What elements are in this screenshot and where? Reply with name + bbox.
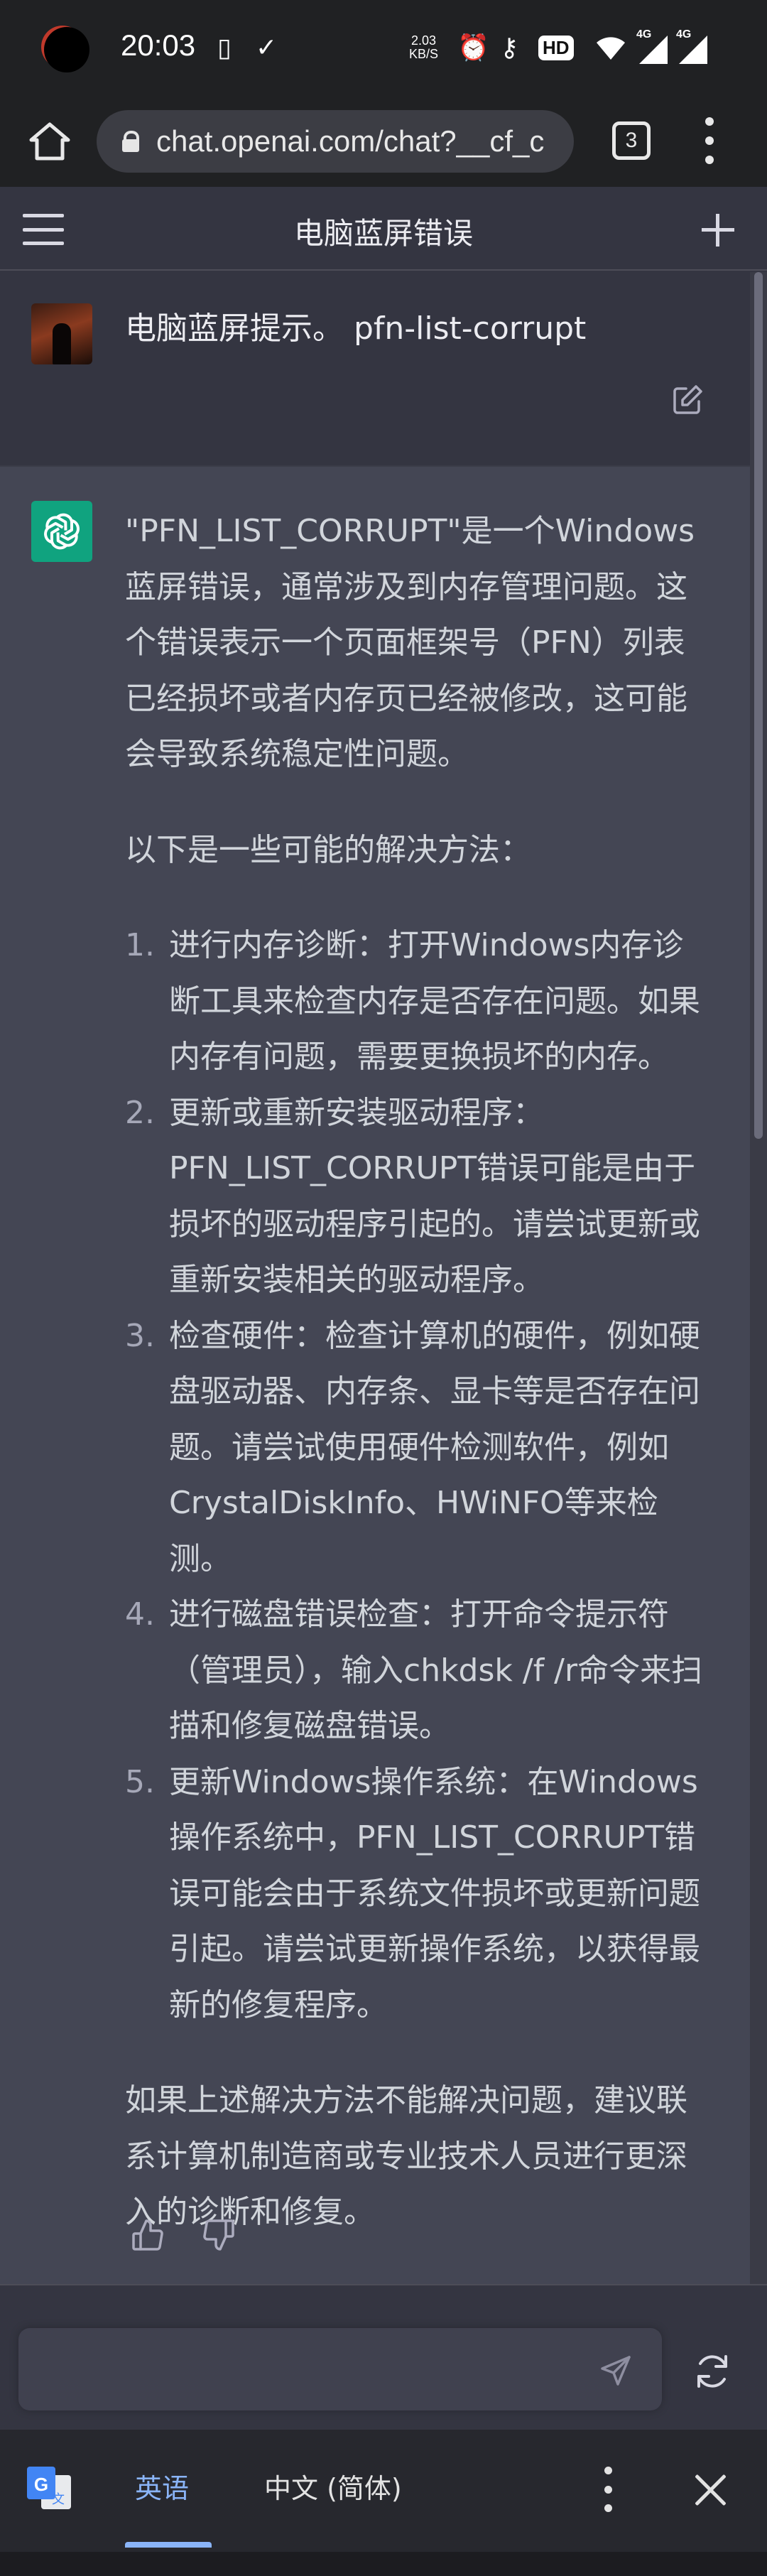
composer	[0, 2284, 767, 2430]
tab-switcher-button[interactable]: 3	[612, 121, 651, 160]
dot-icon	[604, 2467, 612, 2474]
status-time: 20:03	[121, 28, 196, 62]
assistant-answer: "PFN_LIST_CORRUPT"是一个Windows蓝屏错误，通常涉及到内存…	[125, 504, 714, 2280]
check-notification-icon: ✓	[256, 33, 278, 63]
translate-menu-button[interactable]	[602, 2467, 614, 2512]
svg-text:文: 文	[52, 2492, 65, 2507]
list-item-text: 进行内存诊断：打开Windows内存诊断工具来检查内存是否存在问题。如果内存有问…	[169, 927, 700, 1075]
sim-card-icon: ▯	[217, 33, 232, 63]
user-avatar	[31, 303, 92, 364]
list-item-text: 更新Windows操作系统：在Windows操作系统中，PFN_LIST_COR…	[169, 1763, 700, 2023]
tab-source-language[interactable]: 英语	[135, 2468, 189, 2509]
svg-text:G: G	[34, 2474, 48, 2495]
network-speed: 2.03 KB/S	[409, 34, 438, 61]
list-item: 2. 更新或重新安装驱动程序：PFN_LIST_CORRUPT错误可能是由于损坏的…	[125, 1086, 714, 1309]
list-number: 1.	[125, 927, 155, 963]
dot-icon	[604, 2485, 612, 2494]
signal-strength-2-icon: 4G	[675, 28, 707, 64]
answer-lead: 以下是一些可能的解决方法：	[125, 831, 531, 868]
message-input[interactable]	[18, 2328, 662, 2410]
edit-message-icon[interactable]	[670, 383, 705, 417]
url-text[interactable]: chat.openai.com/chat?__cf_c	[156, 124, 544, 158]
dot-icon	[705, 136, 714, 145]
list-item: 4. 进行磁盘错误检查：打开命令提示符（管理员），输入chkdsk /f /r命令…	[125, 1587, 714, 1755]
status-bar: 20:03 ▯ ✓ 2.03 KB/S ⏰ ⚷ HD 4G 4G	[0, 0, 767, 96]
chatgpt-logo-icon	[31, 501, 92, 562]
solution-list: 1. 进行内存诊断：打开Windows内存诊断工具来检查内存是否存在问题。如果内存…	[125, 918, 714, 2033]
home-icon	[29, 122, 70, 161]
lock-icon	[122, 131, 139, 152]
screen-record-icon	[44, 27, 89, 72]
thumbs-up-icon[interactable]	[131, 2218, 165, 2252]
browser-toolbar: chat.openai.com/chat?__cf_c 3	[0, 96, 767, 187]
answer-intro: "PFN_LIST_CORRUPT"是一个Windows蓝屏错误，通常涉及到内存…	[125, 513, 695, 772]
tab-target-language[interactable]: 中文 (简体)	[264, 2468, 402, 2509]
system-navigation-bar	[0, 2552, 767, 2576]
answer-outro: 如果上述解决方法不能解决问题，建议联系计算机制造商或专业技术人员进行更深入的诊断…	[125, 2082, 687, 2230]
list-item: 5. 更新Windows操作系统：在Windows操作系统中，PFN_LIST_C…	[125, 1755, 714, 2034]
new-chat-plus-icon[interactable]	[702, 214, 734, 247]
feedback-buttons	[131, 2218, 236, 2252]
net-speed-value: 2.03	[410, 33, 437, 48]
chat-title: 电脑蓝屏错误	[293, 216, 473, 251]
user-message-text: 电脑蓝屏提示。 pfn-list-corrupt	[125, 310, 587, 347]
address-bar[interactable]: chat.openai.com/chat?__cf_c	[97, 110, 574, 173]
list-item-text: 进行磁盘错误检查：打开命令提示符（管理员），输入chkdsk /f /r命令来扫…	[169, 1596, 703, 1744]
hd-voice-badge: HD	[538, 36, 574, 60]
page-scrollbar[interactable]	[750, 272, 767, 2311]
list-number: 2.	[125, 1094, 155, 1131]
signal-strength-1-icon: 4G	[635, 28, 668, 64]
list-item: 1. 进行内存诊断：打开Windows内存诊断工具来检查内存是否存在问题。如果内存…	[125, 918, 714, 1086]
key-icon: ⚷	[500, 33, 519, 63]
browser-menu-button[interactable]	[699, 117, 720, 164]
list-number: 5.	[125, 1763, 155, 1800]
dot-icon	[705, 156, 714, 164]
home-button[interactable]	[21, 113, 78, 170]
active-tab-indicator	[125, 2542, 212, 2548]
thumbs-down-icon[interactable]	[202, 2218, 236, 2252]
dot-icon	[705, 117, 714, 126]
scrollbar-thumb[interactable]	[754, 272, 763, 1139]
list-number: 3.	[125, 1317, 155, 1354]
list-item-text: 更新或重新安装驱动程序：PFN_LIST_CORRUPT错误可能是由于损坏的驱动…	[169, 1094, 700, 1299]
dot-icon	[604, 2504, 612, 2512]
signal-2-label: 4G	[676, 28, 692, 40]
close-icon[interactable]	[695, 2474, 727, 2506]
regenerate-icon[interactable]	[692, 2351, 733, 2392]
chat-header: 电脑蓝屏错误	[0, 187, 767, 271]
send-icon[interactable]	[598, 2353, 633, 2388]
list-number: 4.	[125, 1596, 155, 1633]
list-item: 3. 检查硬件：检查计算机的硬件，例如硬盘驱动器、内存条、显卡等是否存在问题。请尝…	[125, 1309, 714, 1588]
google-translate-icon: G 文	[26, 2465, 72, 2512]
alarm-icon: ⏰	[457, 33, 489, 63]
list-item-text: 检查硬件：检查计算机的硬件，例如硬盘驱动器、内存条、显卡等是否存在问题。请尝试使…	[169, 1317, 700, 1577]
wifi-icon	[595, 36, 626, 66]
user-message: 电脑蓝屏提示。 pfn-list-corrupt	[0, 272, 750, 465]
net-speed-unit: KB/S	[409, 47, 439, 61]
signal-1-label: 4G	[636, 28, 652, 40]
assistant-message: "PFN_LIST_CORRUPT"是一个Windows蓝屏错误，通常涉及到内存…	[0, 465, 750, 2284]
